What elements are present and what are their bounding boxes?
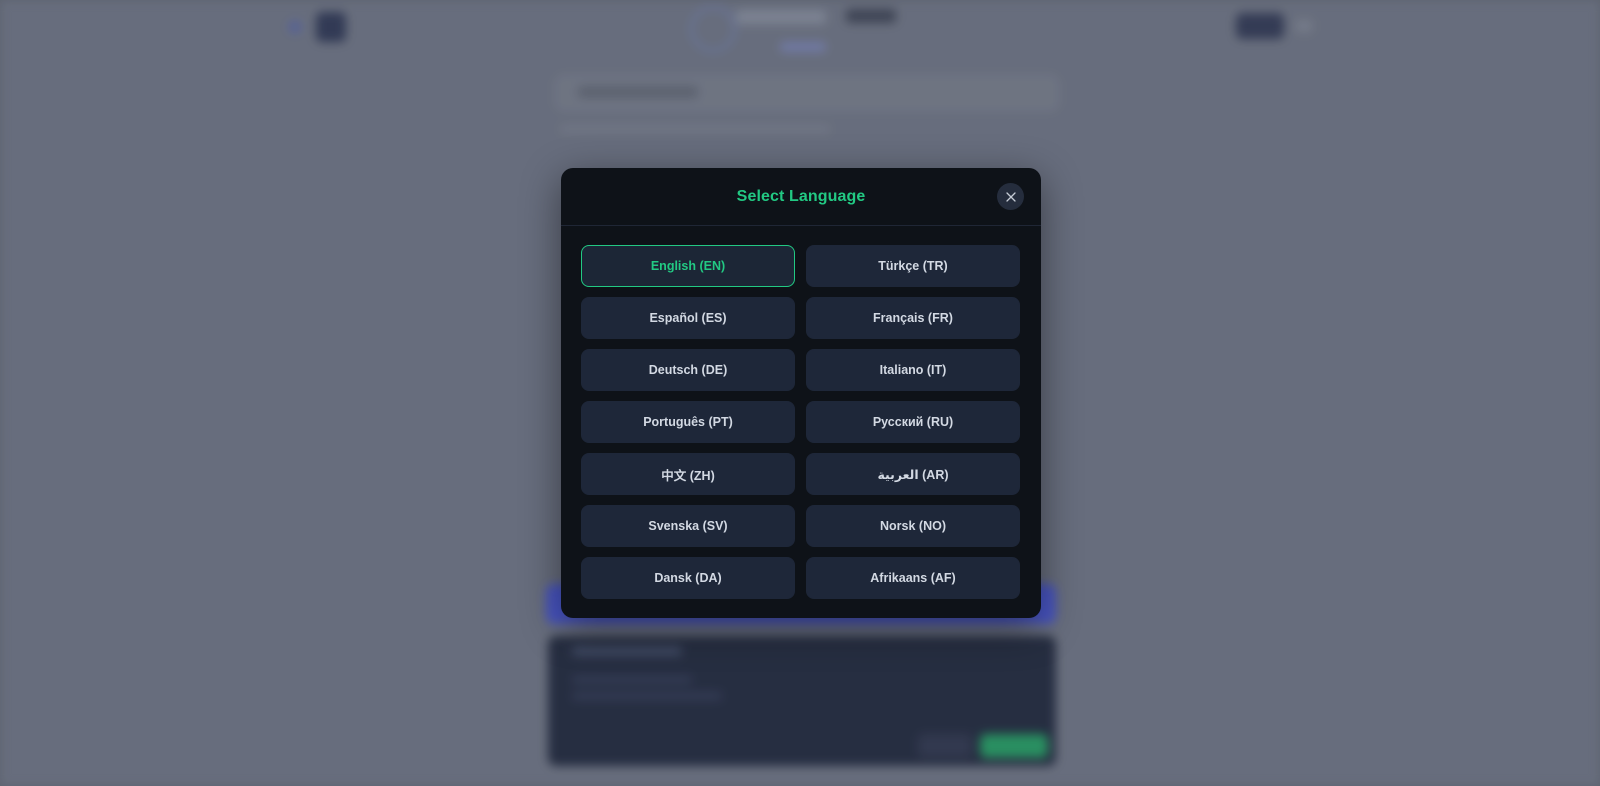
- language-option-fr[interactable]: Français (FR): [806, 297, 1020, 339]
- language-option-no[interactable]: Norsk (NO): [806, 505, 1020, 547]
- language-option-tr[interactable]: Türkçe (TR): [806, 245, 1020, 287]
- language-option-ru[interactable]: Русский (RU): [806, 401, 1020, 443]
- language-grid: English (EN) Türkçe (TR) Español (ES) Fr…: [581, 245, 1021, 599]
- language-option-en[interactable]: English (EN): [581, 245, 795, 287]
- language-option-it[interactable]: Italiano (IT): [806, 349, 1020, 391]
- close-button[interactable]: [997, 183, 1024, 210]
- language-option-ar[interactable]: العربية (AR): [806, 453, 1020, 495]
- language-modal: Select Language English (EN) Türkçe (TR)…: [561, 168, 1041, 618]
- language-option-pt[interactable]: Português (PT): [581, 401, 795, 443]
- modal-header: Select Language: [561, 168, 1041, 226]
- language-option-es[interactable]: Español (ES): [581, 297, 795, 339]
- language-option-zh[interactable]: 中文 (ZH): [581, 453, 795, 495]
- language-option-de[interactable]: Deutsch (DE): [581, 349, 795, 391]
- language-option-af[interactable]: Afrikaans (AF): [806, 557, 1020, 599]
- language-option-da[interactable]: Dansk (DA): [581, 557, 795, 599]
- language-option-sv[interactable]: Svenska (SV): [581, 505, 795, 547]
- close-icon: [1005, 191, 1016, 202]
- modal-title: Select Language: [736, 187, 866, 205]
